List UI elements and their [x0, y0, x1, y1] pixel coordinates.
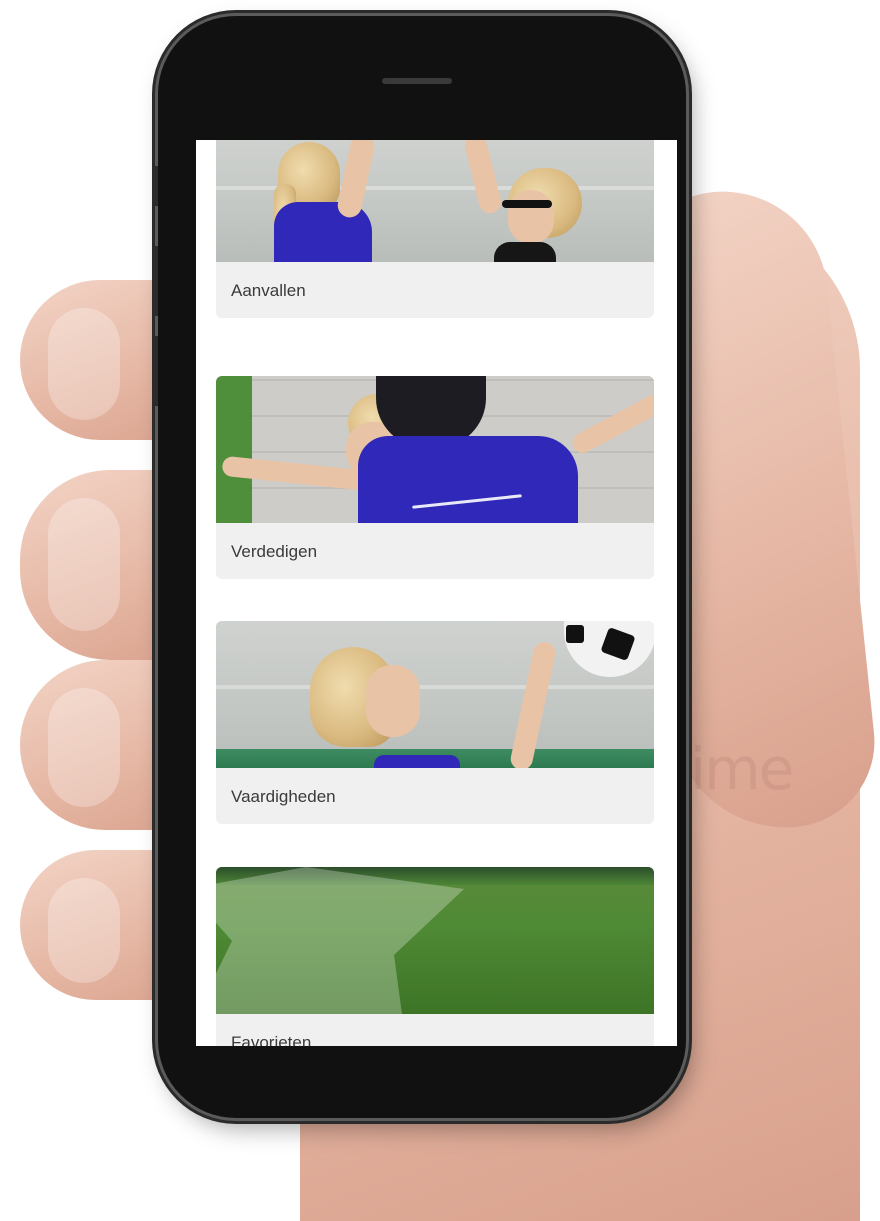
watermark: ime [690, 735, 794, 803]
star-icon [216, 867, 464, 1014]
category-label: Verdedigen [231, 542, 318, 561]
earpiece-speaker [382, 78, 452, 84]
screen-edge [190, 140, 196, 1046]
category-image [216, 376, 654, 523]
category-image [216, 621, 654, 768]
mute-switch [152, 166, 158, 206]
app-screen: Aanvallen Verdedigen Vaardigheden Favori… [190, 140, 677, 1046]
category-label: Aanvallen [231, 281, 306, 300]
category-card-vaardigheden[interactable]: Vaardigheden [216, 621, 654, 824]
category-card-favorieten[interactable]: Favorieten [216, 867, 654, 1046]
category-card-aanvallen[interactable]: Aanvallen [216, 140, 654, 318]
category-card-verdedigen[interactable]: Verdedigen [216, 376, 654, 579]
volume-up-button [152, 246, 158, 316]
volume-down-button [152, 336, 158, 406]
category-image [216, 140, 654, 262]
category-label: Vaardigheden [231, 787, 336, 806]
category-label: Favorieten [231, 1033, 312, 1046]
category-image [216, 867, 654, 1014]
phone-frame: Aanvallen Verdedigen Vaardigheden Favori… [152, 16, 686, 1118]
